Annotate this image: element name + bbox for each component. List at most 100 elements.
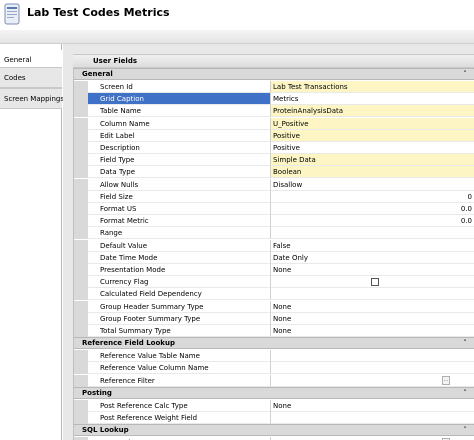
property-row[interactable]: Description Positive [74,142,474,154]
property-name: Group Footer Summary Type [88,312,271,325]
property-value[interactable] [271,227,474,240]
property-row[interactable]: Group Header Summary Type None [74,300,474,313]
property-row[interactable]: Data Type Boolean [74,166,474,179]
row-margin [74,276,88,289]
property-row[interactable]: Date Time Mode Date Only [74,251,474,264]
property-name: Post Reference Calc Type [88,399,271,412]
row-margin [74,227,88,240]
nav-item-codes[interactable]: Codes [0,67,62,88]
property-row[interactable]: Group Footer Summary Type None [74,312,474,325]
property-name: Screen Id [88,81,271,93]
property-row[interactable]: Screen Id Lab Test Transactions [74,81,474,93]
property-value[interactable]: U_Positive [271,117,474,130]
property-row[interactable]: Reference Value Table Name [74,350,474,363]
property-row[interactable]: Allow Nulls Disallow [74,178,474,191]
property-name: Reference Value Column Name [88,362,271,375]
nav-item-screen-mappings[interactable]: Screen Mappings [0,88,64,109]
page-title: Lab Test Codes Metrics [27,6,170,19]
property-value[interactable]: Disallow [271,179,474,191]
property-row[interactable]: Reference Value Column Name [74,362,474,375]
category-sql[interactable]: SQL Lookup ˄ [74,424,474,437]
property-value[interactable]: None [271,301,474,313]
property-value-text: Date Only [273,253,308,262]
row-margin [74,399,88,412]
chevron-up-icon[interactable]: ˄ [461,339,469,347]
property-value[interactable]: … [271,375,474,387]
property-row[interactable]: Calculated Field Dependency [74,288,474,301]
property-value[interactable]: Date Only [271,252,474,264]
row-margin [74,239,88,252]
title-bar: Lab Test Codes Metrics [0,0,474,30]
property-row[interactable]: Default Value False [74,239,474,252]
property-row[interactable]: Presentation Mode None [74,264,474,276]
property-value[interactable] [271,362,474,375]
property-value-text: None [273,327,292,335]
category-title: Posting [82,388,112,397]
property-value[interactable]: None [271,325,474,337]
chevron-up-icon[interactable]: ˄ [461,426,469,434]
property-row[interactable]: Edit Label Positive [74,129,474,142]
property-name: Presentation Mode [88,264,271,276]
property-value[interactable]: 0.0 [271,215,474,228]
property-row[interactable]: Field Size 0 [74,190,474,203]
property-value-text: Metrics [273,95,299,104]
chevron-up-icon[interactable]: ˄ [461,70,469,78]
property-value-text: U_Positive [273,119,309,128]
property-value[interactable]: False [271,240,474,252]
category-reference[interactable]: Reference Field Lookup ˄ [74,337,474,350]
property-value[interactable]: 0 [271,191,474,203]
property-row[interactable]: Reference Filter… [74,374,474,387]
property-value[interactable]: ProteinAnalysisData [271,105,474,118]
property-name: Format US [88,203,271,215]
side-nav: General Codes Screen Mappings [0,44,64,440]
row-margin [74,300,88,313]
property-row[interactable]: Format Metric 0.0 [74,215,474,228]
category-title: SQL Lookup [82,426,129,435]
property-row[interactable]: Column Name U_Positive [74,117,474,130]
row-margin [74,105,88,118]
property-value[interactable]: Positive [271,142,474,154]
property-row[interactable]: Range [74,227,474,240]
property-value[interactable]: None [271,400,474,412]
row-margin [74,129,88,142]
chevron-up-icon[interactable]: ˄ [461,389,469,397]
property-row[interactable]: Post Reference Calc Type None [74,399,474,412]
property-value[interactable] [271,288,474,301]
property-value[interactable]: None [271,264,474,276]
property-value[interactable]: 0.0 [271,203,474,215]
property-row[interactable]: Format US 0.0 [74,203,474,215]
main-content: User Fields General ˄ Screen Id Lab Test Tr… [63,44,474,440]
property-row[interactable]: Total Summary Type None [74,325,474,337]
property-row[interactable]: Post Reference Weight Field [74,412,474,424]
property-name: Total Summary Type [88,325,271,337]
property-value[interactable] [271,276,474,289]
property-value[interactable]: Positive [271,129,474,142]
property-row[interactable]: Field Type Simple Data [74,154,474,167]
currency-flag-checkbox[interactable] [371,278,379,287]
property-value[interactable]: Boolean [271,166,474,179]
property-name: Data Type [88,166,271,179]
property-value[interactable]: Simple Data [271,154,474,167]
property-row[interactable]: Table Name ProteinAnalysisData [74,105,474,118]
property-name: Format Metric [88,215,271,228]
row-margin [74,264,88,276]
property-value[interactable]: Metrics [271,93,474,106]
category-general[interactable]: General ˄ [74,68,474,80]
ellipsis-icon[interactable]: … [442,375,450,385]
property-row[interactable]: Grid Caption Metrics [74,93,474,106]
property-value[interactable] [271,412,474,424]
property-value-text: Boolean [273,168,302,177]
category-posting[interactable]: Posting ˄ [74,386,474,399]
property-grid: General ˄ Screen Id Lab Test Transactions Gr… [73,68,474,440]
property-value[interactable]: Lab Test Transactions [271,81,474,93]
property-row[interactable]: Currency Flag [74,276,474,289]
row-margin [74,178,88,191]
toolbar-strip [0,30,474,44]
property-value[interactable] [271,350,474,363]
row-margin [74,312,88,325]
property-value-text: Positive [273,131,300,140]
row-margin [74,325,88,337]
row-margin [74,166,88,179]
property-value-text: False [273,241,291,250]
property-value[interactable]: None [271,313,474,325]
